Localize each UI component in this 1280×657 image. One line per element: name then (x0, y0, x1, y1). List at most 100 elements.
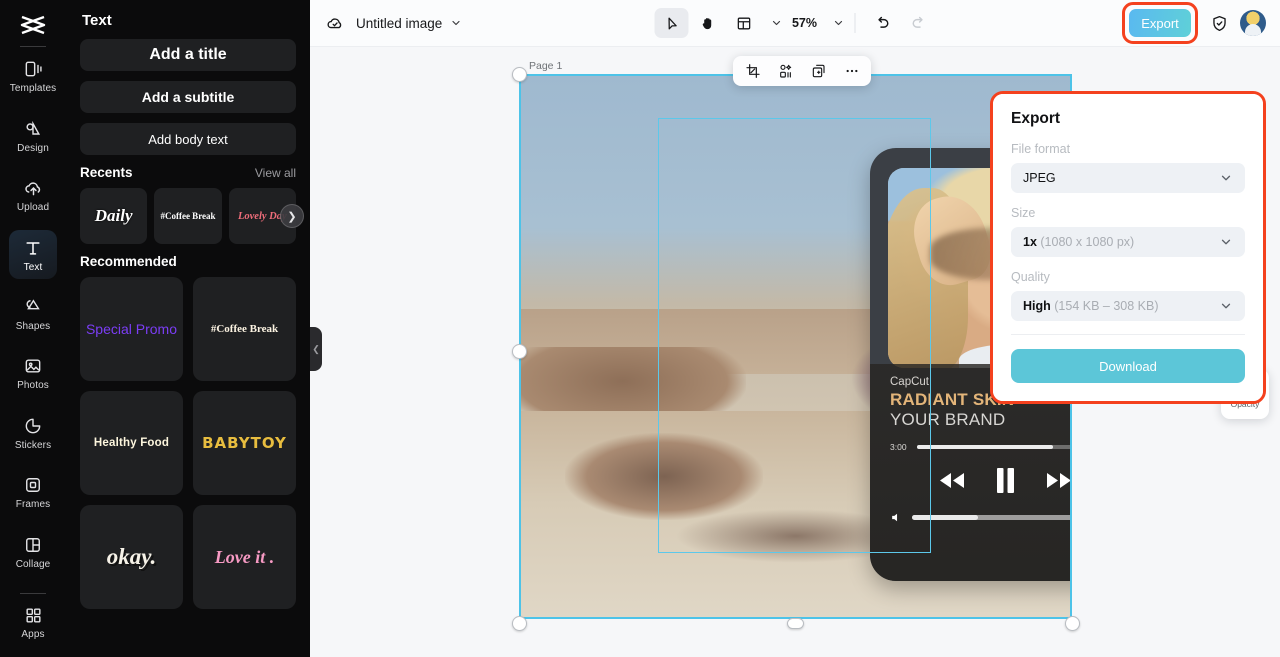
playback-controls (890, 468, 1070, 494)
volume-slider[interactable] (912, 515, 1070, 521)
resize-handle-bottom-left[interactable] (512, 616, 527, 631)
zoom-chevron-down-icon[interactable] (833, 17, 845, 29)
hand-tool-button[interactable] (691, 8, 725, 38)
recommended-card[interactable]: #Coffee Break (193, 277, 296, 381)
remove-bg-button[interactable] (773, 59, 798, 83)
recents-header: Recents View all (80, 165, 296, 180)
frames-icon (22, 474, 44, 496)
sidebar-item-apps[interactable]: Apps (9, 598, 57, 647)
export-button-highlight: Export (1122, 2, 1198, 44)
sidebar-item-text[interactable]: Text (9, 229, 57, 280)
capcut-logo-icon[interactable] (13, 10, 53, 40)
download-button[interactable]: Download (1011, 349, 1245, 383)
resize-handle-bottom-right[interactable] (1065, 616, 1080, 631)
top-toolbar-right: Export (1122, 2, 1266, 44)
panel-collapse-handle[interactable]: ❮ (310, 327, 322, 371)
sidebar-item-upload[interactable]: Upload (9, 170, 57, 219)
chevron-down-icon (1219, 299, 1233, 313)
resize-handle-bottom[interactable] (787, 618, 804, 629)
photos-icon (22, 355, 44, 377)
stickers-icon (22, 415, 44, 437)
canvas-area[interactable]: Page 1 CapCut RADIANT SKIN YOUR BRAND 3:… (310, 47, 1280, 657)
chevron-down-icon (1219, 171, 1233, 185)
recent-card-label: Daily (94, 206, 133, 225)
quality-select[interactable]: High (154 KB – 308 KB) (1011, 291, 1245, 321)
undo-button[interactable] (866, 8, 900, 38)
rewind-button[interactable] (937, 471, 967, 490)
progress-slider[interactable] (917, 445, 1070, 450)
resize-handle-top-left[interactable] (512, 67, 527, 82)
recommended-card[interactable]: Love it . (193, 505, 296, 609)
sidebar-item-label: Photos (17, 380, 49, 392)
artboard[interactable]: CapCut RADIANT SKIN YOUR BRAND 3:00 -0:2… (521, 76, 1070, 617)
recommended-card-label: BABYTOY (202, 434, 287, 452)
mockup-subhead: YOUR BRAND (890, 410, 1006, 430)
layout-chevron-down-icon[interactable] (771, 17, 783, 29)
select-tool-button[interactable] (654, 8, 689, 38)
add-title-button[interactable]: Add a title (80, 39, 296, 71)
size-select[interactable]: 1x (1080 x 1080 px) (1011, 227, 1245, 257)
size-dimensions: (1080 x 1080 px) (1040, 235, 1135, 249)
redo-icon (910, 14, 928, 32)
resize-handle-left[interactable] (512, 344, 527, 359)
recents-view-all-link[interactable]: View all (255, 166, 296, 180)
recommended-card[interactable]: Healthy Food (80, 391, 183, 495)
file-format-select[interactable]: JPEG (1011, 163, 1245, 193)
capcut-editor-window: Templates Design Upload Text Shapes Phot… (0, 0, 1280, 657)
time-elapsed: 3:00 (890, 442, 907, 453)
user-avatar[interactable] (1240, 10, 1266, 36)
sidebar-item-label: Stickers (14, 439, 52, 451)
shapes-icon (22, 296, 44, 318)
crop-button[interactable] (740, 59, 765, 83)
recommended-card-label: Love it . (214, 546, 275, 567)
sidebar-item-design[interactable]: Design (9, 111, 57, 160)
recommended-card-label: Special Promo (85, 321, 178, 337)
sidebar-item-frames[interactable]: Frames (9, 468, 57, 517)
recommended-card[interactable]: okay. (80, 505, 183, 609)
document-title[interactable]: Untitled image (356, 16, 442, 31)
quality-filesize: (154 KB – 308 KB) (1054, 299, 1159, 313)
recommended-card[interactable]: Special Promo (80, 277, 183, 381)
recent-card[interactable]: Daily (80, 188, 148, 244)
sidebar-item-photos[interactable]: Photos (9, 349, 57, 398)
redo-button[interactable] (902, 8, 936, 38)
recent-card[interactable]: #Coffee Break (154, 188, 222, 244)
file-format-value: JPEG (1023, 171, 1056, 185)
zoom-level-value: 57% (791, 16, 818, 30)
sidebar-item-label: Shapes (15, 321, 51, 332)
duplicate-button[interactable] (806, 59, 831, 83)
recommended-card[interactable]: BABYTOY (193, 391, 296, 495)
cursor-arrow-icon (663, 15, 680, 32)
quality-label: Quality (1011, 270, 1050, 284)
size-label: Size (1011, 206, 1036, 220)
recommended-card-label: #Coffee Break (210, 323, 279, 335)
shield-check-icon[interactable] (1208, 12, 1230, 34)
left-rail: Templates Design Upload Text Shapes Phot… (0, 0, 66, 657)
progress-fill (917, 445, 1053, 450)
fast-forward-button[interactable] (1044, 471, 1070, 490)
zoom-control[interactable]: 57% (789, 16, 845, 30)
layout-icon (735, 15, 752, 32)
file-format-label: File format (1011, 142, 1071, 156)
recommended-header: Recommended (80, 254, 296, 269)
sidebar-item-shapes[interactable]: Shapes (9, 289, 57, 338)
element-floating-toolbar (733, 56, 871, 86)
size-multiplier: 1x (1023, 235, 1037, 249)
more-options-button[interactable] (839, 59, 864, 83)
add-body-text-button[interactable]: Add body text (80, 123, 296, 155)
quality-value: High (154 KB – 308 KB) (1023, 299, 1159, 313)
sidebar-item-templates[interactable]: Templates (9, 51, 57, 100)
sidebar-item-label: Frames (15, 499, 51, 511)
sidebar-item-collage[interactable]: Collage (9, 527, 57, 576)
add-subtitle-button[interactable]: Add a subtitle (80, 81, 296, 113)
recents-title: Recents (80, 165, 133, 180)
recents-carousel: Daily #Coffee Break Lovely Day ❯ (80, 188, 304, 244)
export-panel-title: Export (1011, 110, 1061, 127)
layout-tool-button[interactable] (727, 8, 761, 38)
export-button[interactable]: Export (1129, 9, 1191, 37)
chevron-down-icon[interactable] (450, 17, 462, 29)
rail-divider (20, 46, 46, 48)
sidebar-item-stickers[interactable]: Stickers (9, 408, 57, 457)
chevron-right-icon[interactable]: ❯ (280, 204, 304, 228)
pause-button[interactable] (995, 468, 1016, 494)
